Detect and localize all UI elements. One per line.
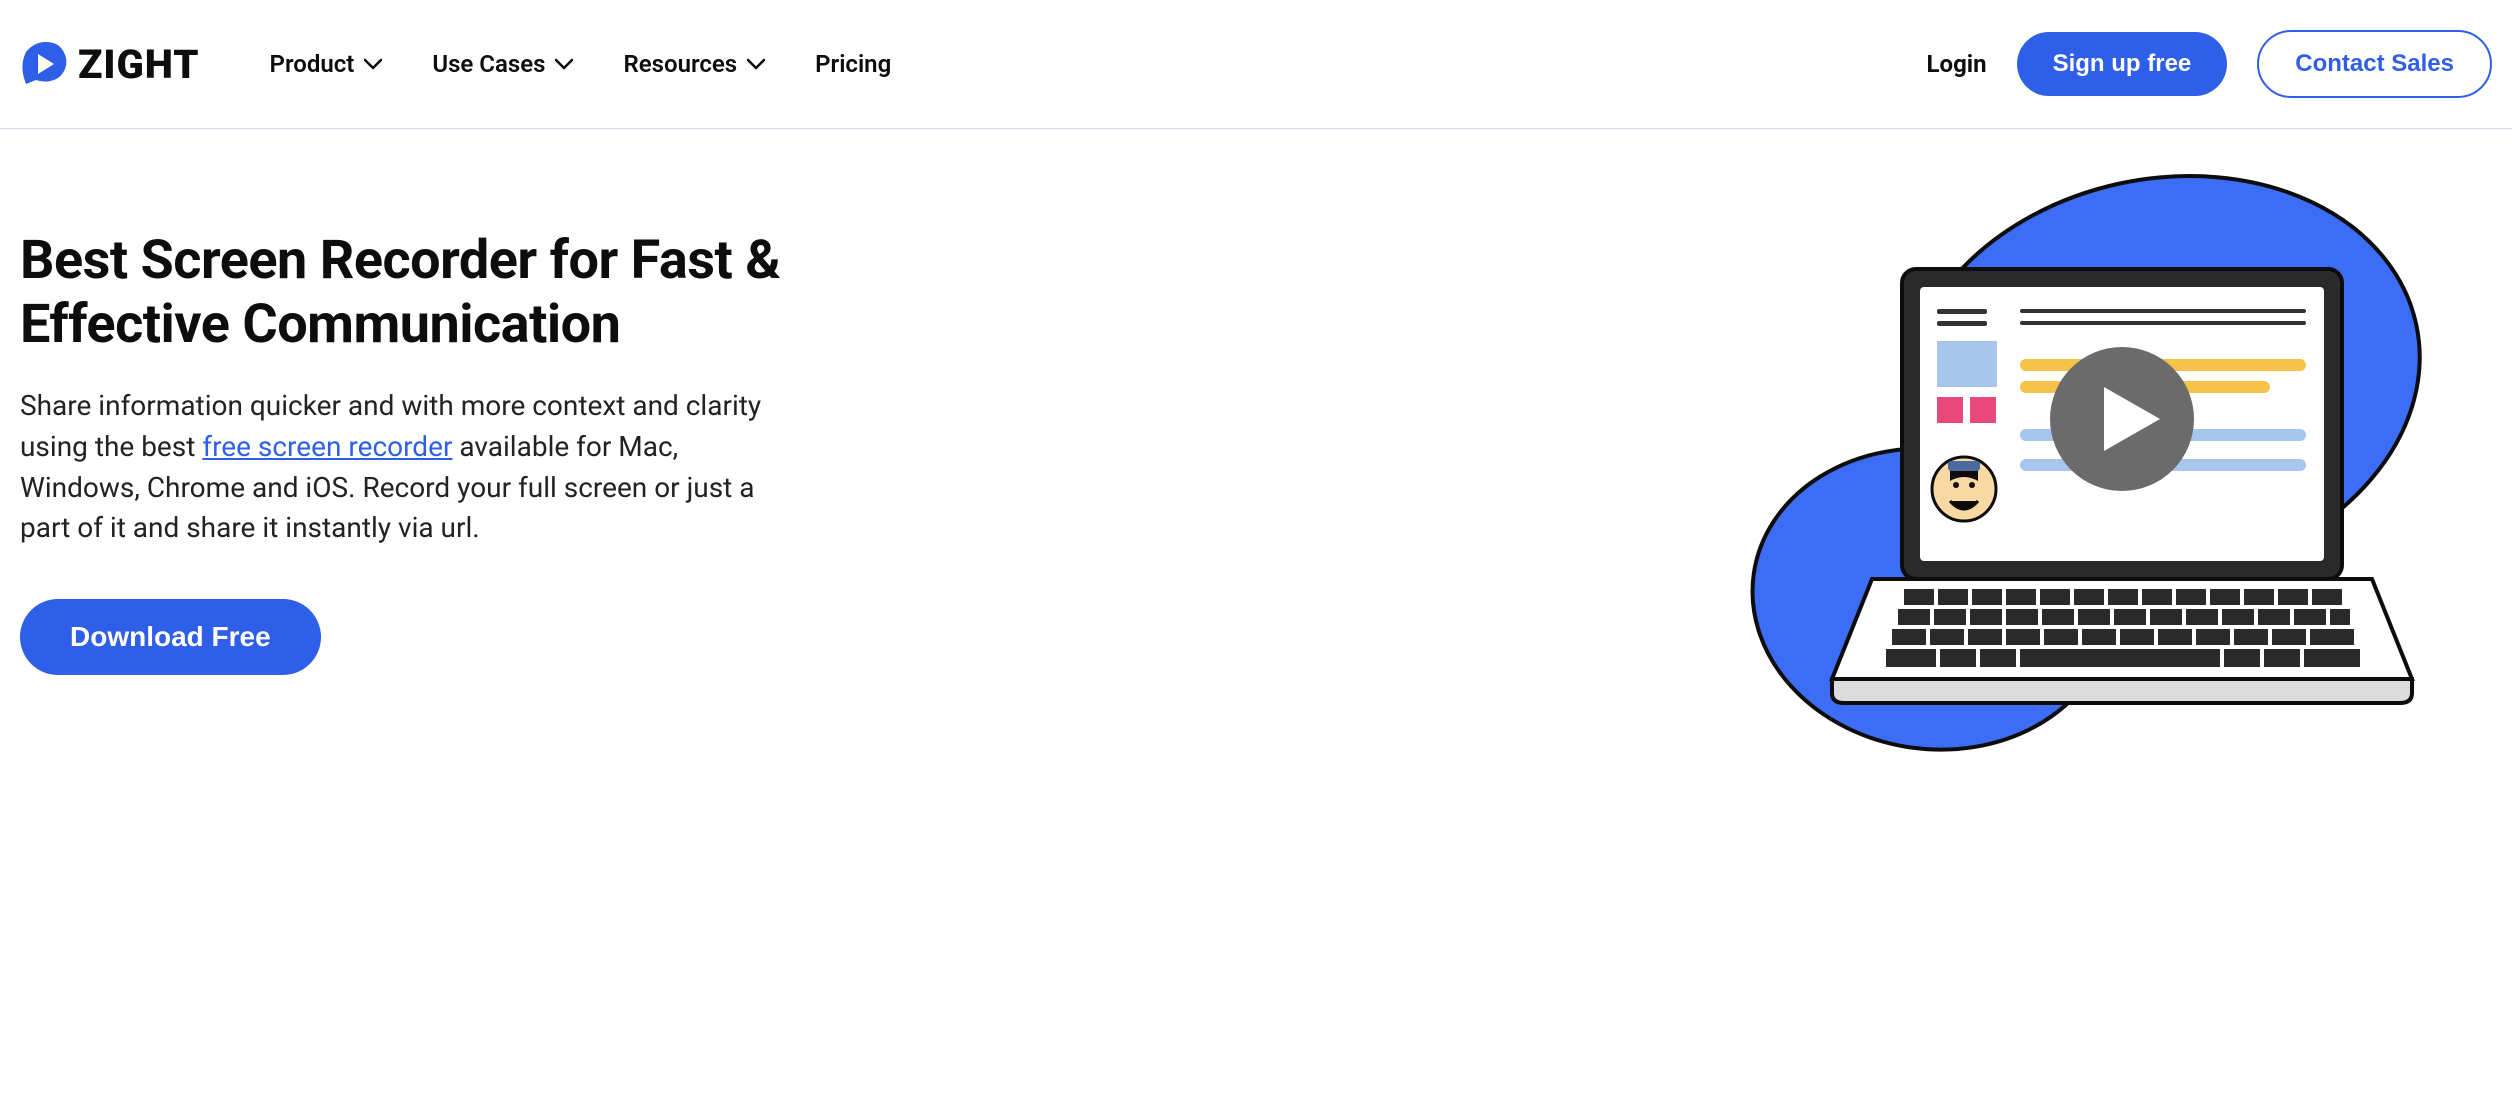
main-nav: Product Use Cases Resources Pricing	[270, 50, 892, 78]
nav-pricing[interactable]: Pricing	[815, 50, 891, 78]
hero-illustration-container	[860, 229, 2452, 789]
hero-section: Best Screen Recorder for Fast & Effectiv…	[0, 129, 2512, 829]
nav-use-cases-label: Use Cases	[432, 50, 545, 78]
contact-sales-button[interactable]: Contact Sales	[2257, 30, 2492, 98]
nav-resources[interactable]: Resources	[623, 50, 765, 78]
chevron-down-icon	[364, 58, 382, 70]
free-screen-recorder-link[interactable]: free screen recorder	[202, 430, 452, 463]
logo[interactable]: ZIGHT	[20, 40, 200, 88]
signup-button[interactable]: Sign up free	[2017, 32, 2228, 96]
laptop-illustration	[1732, 169, 2452, 789]
nav-pricing-label: Pricing	[815, 50, 891, 78]
header-actions: Login Sign up free Contact Sales	[1927, 30, 2492, 98]
header: ZIGHT Product Use Cases Resources Pricin…	[0, 0, 2512, 129]
hero-title: Best Screen Recorder for Fast & Effectiv…	[20, 229, 800, 356]
login-link[interactable]: Login	[1927, 50, 1987, 78]
logo-icon	[20, 40, 68, 88]
chevron-down-icon	[555, 58, 573, 70]
nav-product-label: Product	[270, 50, 355, 78]
nav-resources-label: Resources	[623, 50, 737, 78]
download-free-button[interactable]: Download Free	[20, 599, 321, 675]
nav-product[interactable]: Product	[270, 50, 383, 78]
hero-description: Share information quicker and with more …	[20, 386, 800, 548]
hero-content: Best Screen Recorder for Fast & Effectiv…	[20, 229, 800, 675]
chevron-down-icon	[747, 58, 765, 70]
nav-use-cases[interactable]: Use Cases	[432, 50, 573, 78]
logo-text: ZIGHT	[78, 41, 200, 88]
